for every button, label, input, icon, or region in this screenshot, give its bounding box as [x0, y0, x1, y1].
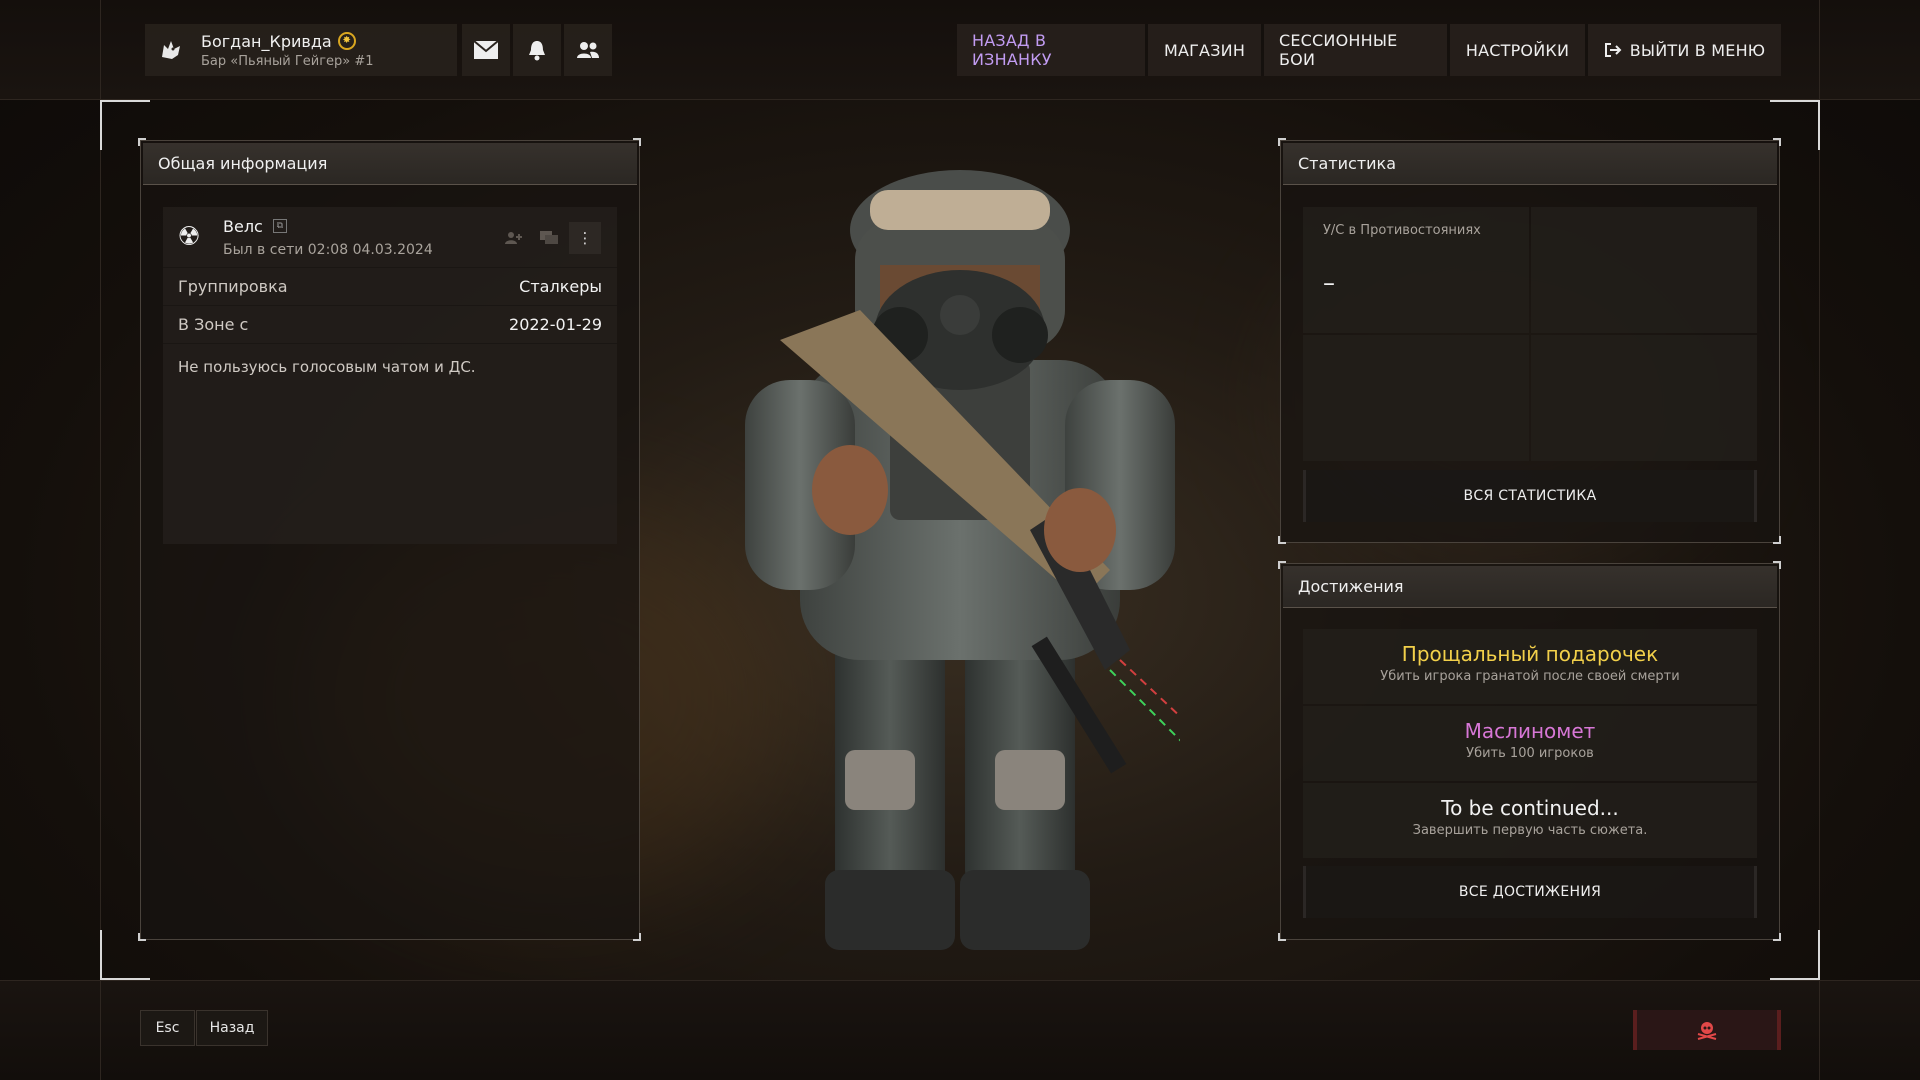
report-button[interactable]	[1633, 1010, 1781, 1050]
friends-icon	[577, 42, 599, 58]
faction-label: Группировка	[178, 277, 288, 296]
nav-label: МАГАЗИН	[1163, 40, 1246, 60]
panel-corner	[633, 933, 641, 941]
stat-cell-empty	[1531, 207, 1757, 333]
achievement-title: To be continued...	[1441, 796, 1619, 820]
achievement-item[interactable]: To be continued... Завершить первую част…	[1303, 783, 1757, 858]
notifications-button[interactable]	[513, 24, 561, 76]
achievement-title: Прощальный подарочек	[1401, 642, 1659, 666]
achievement-item[interactable]: Маслиномет Убить 100 игроков	[1303, 706, 1757, 781]
stat-title: У/С в Противостояниях	[1323, 223, 1481, 238]
nav-label: НАЗАД В ИЗНАНКУ	[972, 31, 1052, 69]
friends-button[interactable]	[564, 24, 612, 76]
frame-line	[1819, 0, 1820, 1080]
stat-value: –	[1323, 269, 1335, 297]
stat-cell-empty	[1303, 335, 1529, 461]
mail-icon	[473, 40, 499, 59]
character-model	[745, 170, 1180, 950]
panel-corner	[1773, 561, 1781, 569]
chat-icon[interactable]	[533, 222, 565, 254]
panel-corner	[1278, 561, 1286, 569]
esc-key-hint[interactable]: Esc	[140, 1010, 195, 1046]
player-card[interactable]: Богдан_Кривда ✸ Бар «Пьяный Гейгер» #1	[145, 24, 457, 76]
panel-corner	[1278, 138, 1286, 146]
nav-session-battles[interactable]: СЕССИОННЫЕ БОИ	[1264, 24, 1447, 76]
faction-value: Сталкеры	[519, 277, 602, 296]
copy-icon[interactable]: ⧉	[272, 219, 287, 233]
panel-corner	[1278, 536, 1286, 544]
wolf-head-icon	[145, 24, 197, 76]
panel-corner	[1278, 933, 1286, 941]
panel-title: Общая информация	[143, 143, 637, 185]
nav-back-to-underside[interactable]: НАЗАД В ИЗНАНКУ	[957, 24, 1145, 76]
profile-card: ☢ Велс ⧉ Был в сети 02:08 04.03.2024 ⋮ Г…	[163, 207, 617, 544]
panel-corner	[1773, 138, 1781, 146]
bell-icon	[529, 41, 545, 61]
frame-line	[100, 0, 101, 1080]
all-achievements-button[interactable]: ВСЕ ДОСТИЖЕНИЯ	[1303, 866, 1757, 918]
faction-row: Группировка Сталкеры	[163, 267, 617, 305]
key-label: Esc	[155, 1020, 180, 1036]
panel-corner	[138, 138, 146, 146]
nav-settings[interactable]: НАСТРОЙКИ	[1450, 24, 1585, 76]
nav-label: СЕССИОННЫЕ БОИ	[1279, 31, 1398, 69]
panel-corner	[1773, 933, 1781, 941]
rank-badge-icon: ✸	[337, 32, 356, 50]
button-label: ВСЕ ДОСТИЖЕНИЯ	[1458, 884, 1602, 900]
back-label: Назад	[209, 1020, 255, 1036]
logout-icon	[1604, 43, 1622, 57]
all-statistics-button[interactable]: ВСЯ СТАТИСТИКА	[1303, 470, 1757, 522]
about-text: Не пользуюсь голосовым чатом и ДС.	[163, 343, 617, 390]
stat-cell-empty	[1531, 335, 1757, 461]
nav-label: ВЫЙТИ В МЕНЮ	[1629, 40, 1766, 60]
zone-since-value: 2022-01-29	[509, 315, 602, 334]
achievement-desc: Завершить первую часть сюжета.	[1412, 823, 1648, 838]
radiation-icon: ☢	[177, 222, 201, 252]
top-navigation: НАЗАД В ИЗНАНКУ МАГАЗИН СЕССИОННЫЕ БОИ Н…	[957, 24, 1781, 76]
panel-title: Достижения	[1283, 566, 1777, 608]
nav-exit-to-menu[interactable]: ВЫЙТИ В МЕНЮ	[1588, 24, 1781, 76]
profile-name: Велс	[223, 216, 263, 236]
player-location: Бар «Пьяный Гейгер» #1	[201, 53, 374, 69]
skull-icon	[1697, 1022, 1717, 1040]
bottom-bar	[0, 980, 1920, 1080]
add-friend-icon[interactable]	[497, 222, 529, 254]
zone-since-label: В Зоне с	[178, 315, 249, 334]
achievement-item[interactable]: Прощальный подарочек Убить игрока гранат…	[1303, 629, 1757, 704]
button-label: ВСЯ СТАТИСТИКА	[1463, 488, 1597, 504]
more-options-icon[interactable]: ⋮	[569, 222, 601, 254]
nav-shop[interactable]: МАГАЗИН	[1148, 24, 1261, 76]
stats-grid: У/С в Противостояниях –	[1303, 207, 1757, 461]
mail-button[interactable]	[462, 24, 510, 76]
achievement-title: Маслиномет	[1464, 719, 1596, 743]
achievement-desc: Убить 100 игроков	[1466, 746, 1594, 761]
back-button[interactable]: Назад	[196, 1010, 268, 1046]
player-name: Богдан_Кривда	[201, 31, 332, 51]
last-seen: Был в сети 02:08 04.03.2024	[223, 241, 433, 258]
panel-corner	[1773, 536, 1781, 544]
panel-corner	[138, 933, 146, 941]
panel-title: Статистика	[1283, 143, 1777, 185]
nav-label: НАСТРОЙКИ	[1465, 40, 1570, 60]
zone-since-row: В Зоне с 2022-01-29	[163, 305, 617, 343]
achievement-desc: Убить игрока гранатой после своей смерти	[1380, 669, 1680, 684]
panel-corner	[633, 138, 641, 146]
stat-cell[interactable]: У/С в Противостояниях –	[1303, 207, 1529, 333]
